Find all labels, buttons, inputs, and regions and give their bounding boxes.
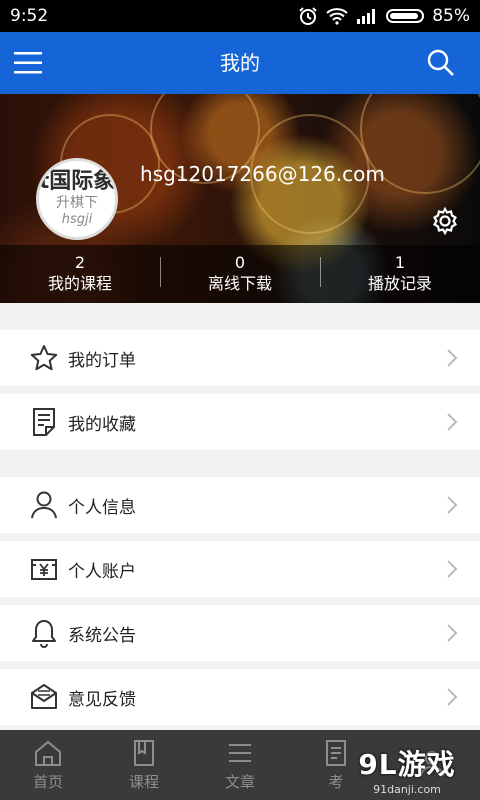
alarm-icon xyxy=(299,7,317,25)
tab-articles[interactable]: 文章 xyxy=(192,730,288,800)
stat-value: 1 xyxy=(394,253,406,272)
stat-label: 我的课程 xyxy=(47,274,112,293)
avatar[interactable]: t国际象 升棋下 hsgji xyxy=(36,158,118,240)
chevron-right-icon xyxy=(447,496,458,514)
stat-my-courses[interactable]: 2 我的课程 xyxy=(0,245,160,303)
menu-item-feedback[interactable]: 意见反馈 xyxy=(0,669,480,725)
status-time: 9:52 xyxy=(10,6,49,26)
chevron-right-icon xyxy=(447,688,458,706)
menu-item-my-orders[interactable]: 我的订单 xyxy=(0,330,480,386)
watermark-logo: 9L游戏 91danji.com xyxy=(342,742,472,796)
chevron-right-icon xyxy=(447,413,458,431)
menu-item-personal-info[interactable]: 个人信息 xyxy=(0,477,480,533)
avatar-text-line2: 升棋下 xyxy=(56,195,98,211)
star-icon xyxy=(24,343,64,373)
menu-item-label: 意见反馈 xyxy=(68,689,136,710)
watermark-logo-text: 9L游戏 xyxy=(358,747,456,781)
yen-wallet-icon xyxy=(24,554,64,584)
menu-item-personal-account[interactable]: 个人账户 xyxy=(0,541,480,597)
stat-value: 2 xyxy=(74,253,86,272)
menu-item-label: 我的订单 xyxy=(68,350,136,371)
note-icon xyxy=(24,407,64,437)
menu-item-system-announcements[interactable]: 系统公告 xyxy=(0,605,480,661)
status-bar: 9:52 85% xyxy=(0,0,480,32)
stat-label: 播放记录 xyxy=(367,274,432,293)
tab-courses[interactable]: 课程 xyxy=(96,730,192,800)
tab-label: 首页 xyxy=(32,772,63,791)
stat-offline-downloads[interactable]: 0 离线下载 xyxy=(160,245,320,303)
stat-value: 0 xyxy=(234,253,246,272)
stat-play-history[interactable]: 1 播放记录 xyxy=(320,245,480,303)
signal-icon xyxy=(357,9,376,24)
profile-header: t国际象 升棋下 hsgji hsg12017266@126.com 2 我的课… xyxy=(0,94,480,303)
search-icon[interactable] xyxy=(426,48,456,78)
menu-item-label: 系统公告 xyxy=(68,625,136,646)
book-icon xyxy=(134,739,154,766)
list-icon xyxy=(229,743,251,762)
page-title: 我的 xyxy=(220,51,260,75)
user-email: hsg12017266@126.com xyxy=(140,162,385,186)
mail-icon xyxy=(24,682,64,712)
menu-item-label: 个人信息 xyxy=(68,497,136,518)
menu-item-my-favorites[interactable]: 我的收藏 xyxy=(0,394,480,450)
app-bar: 我的 xyxy=(0,32,480,94)
battery-percent: 85% xyxy=(432,6,470,26)
bell-icon xyxy=(24,618,64,648)
watermark-url: 91danji.com xyxy=(373,782,441,796)
menu-item-label: 我的收藏 xyxy=(68,414,136,435)
tab-home[interactable]: 首页 xyxy=(0,730,96,800)
avatar-text-line3: hsgji xyxy=(61,212,93,227)
stats-bar: 2 我的课程 0 离线下载 1 播放记录 xyxy=(0,245,480,303)
chevron-right-icon xyxy=(447,624,458,642)
battery-icon xyxy=(386,9,425,23)
person-icon xyxy=(24,490,64,520)
home-icon xyxy=(35,740,61,766)
tab-label: 文章 xyxy=(224,772,255,791)
gear-icon[interactable] xyxy=(430,206,460,236)
menu-item-label: 个人账户 xyxy=(68,561,136,582)
avatar-text-line1: t国际象 xyxy=(38,169,116,194)
tab-label: 课程 xyxy=(128,772,159,791)
stat-label: 离线下载 xyxy=(207,274,272,293)
chevron-right-icon xyxy=(447,560,458,578)
wifi-icon xyxy=(326,8,348,25)
status-icons: 85% xyxy=(298,6,470,26)
chevron-right-icon xyxy=(447,349,458,367)
